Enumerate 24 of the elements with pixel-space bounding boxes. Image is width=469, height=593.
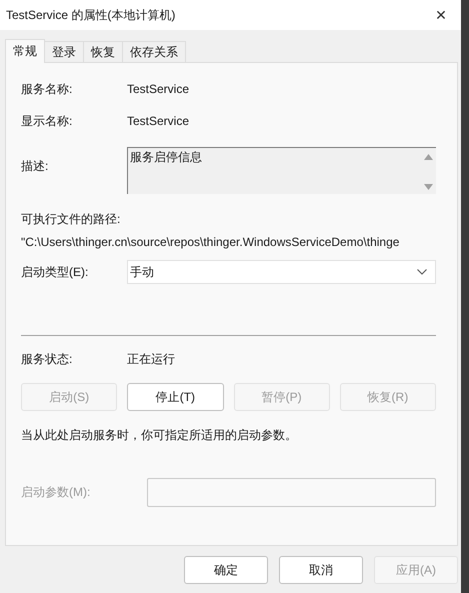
dialog-button[interactable]: 取消 <box>279 556 363 584</box>
tab[interactable]: 依存关系 <box>122 41 186 62</box>
service-button[interactable]: 停止(T) <box>127 383 224 411</box>
field-label: 描述: <box>21 158 50 175</box>
description-field[interactable]: 服务启停信息 <box>127 147 436 194</box>
scroll-down-icon[interactable] <box>424 184 433 190</box>
path-label: 可执行文件的路径: <box>21 211 122 228</box>
field-label: 启动类型(E): <box>21 264 90 280</box>
chevron-down-icon <box>417 269 427 275</box>
field-value: 正在运行 <box>127 350 175 368</box>
close-button[interactable]: ✕ <box>421 0 461 30</box>
field-label: 服务名称: <box>21 80 74 98</box>
dialog-button[interactable]: 确定 <box>184 556 268 584</box>
startup-type-dropdown[interactable]: 手动 <box>127 260 436 284</box>
hint-text: 当从此处启动服务时，你可指定所适用的启动参数。 <box>21 427 298 444</box>
field-value: TestService <box>127 82 190 96</box>
path-value: "C:\Users\thinger.cn\source\repos\thinger.WindowsServiceDemo\thinge <box>21 235 400 249</box>
field-value: TestService <box>127 114 190 128</box>
window-title: TestService 的属性(本地计算机) <box>6 6 176 24</box>
tab[interactable]: 常规 <box>5 39 45 63</box>
scroll-up-icon[interactable] <box>424 154 433 160</box>
field-label: 启动参数(M): <box>21 484 92 501</box>
field-label: 服务状态: <box>21 350 74 368</box>
field-label: 显示名称: <box>21 112 74 130</box>
